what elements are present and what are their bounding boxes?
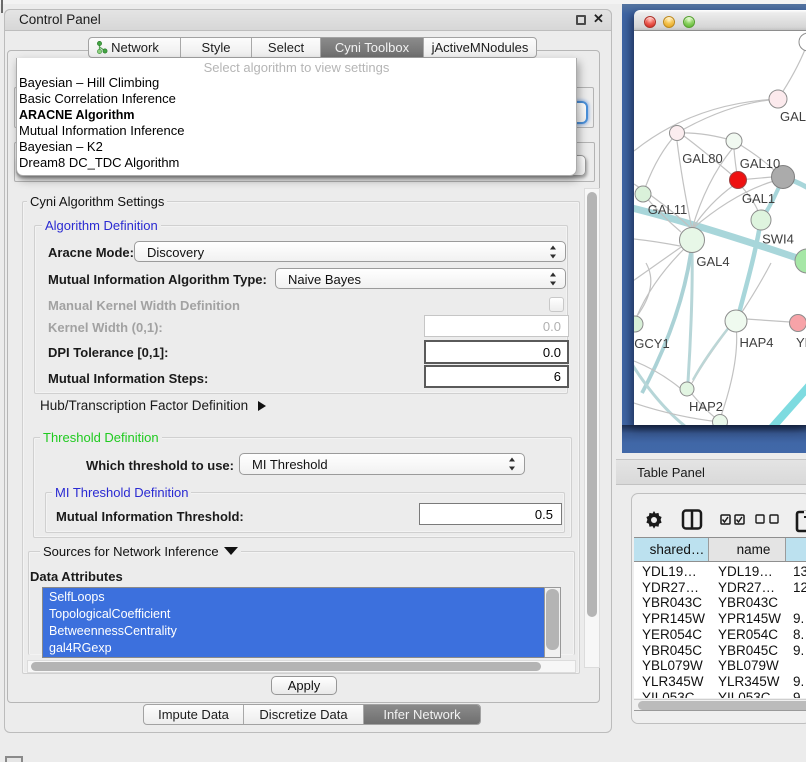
svg-text:GAL4: GAL4 [696,254,729,269]
svg-text:GAL10: GAL10 [740,156,780,171]
svg-text:YM: YM [796,335,806,350]
svg-text:HAP4: HAP4 [740,335,774,350]
svg-text:GAL80: GAL80 [682,151,722,166]
svg-text:HAP2: HAP2 [689,399,723,414]
svg-text:GAL2: GAL2 [780,109,806,124]
svg-text:SWI4: SWI4 [762,232,794,247]
svg-text:GAL11: GAL11 [648,202,688,217]
svg-text:GAL1: GAL1 [742,191,775,206]
svg-text:GCY1: GCY1 [634,336,669,351]
